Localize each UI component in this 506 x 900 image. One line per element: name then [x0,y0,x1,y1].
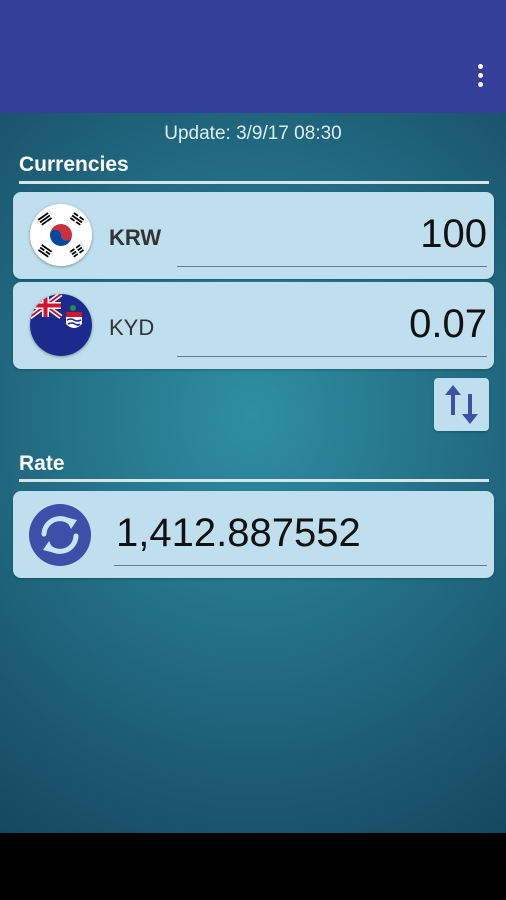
currencies-section-title: Currencies [19,153,129,176]
swap-arrows-icon [445,385,478,424]
section-divider [19,181,489,184]
more-options-icon[interactable] [474,60,486,90]
cayman-islands-flag-icon[interactable] [30,294,92,356]
section-divider [19,479,489,482]
rate-card: 1,412.887552 [13,491,494,578]
system-navigation-bar [0,833,506,900]
to-currency-code: KYD [109,315,155,340]
from-amount-underline [177,266,487,267]
exchange-rate-value: 1,412.887552 [116,511,361,555]
from-currency-card[interactable]: KRW 100 [13,192,494,279]
rate-section-title: Rate [19,452,65,475]
refresh-icon[interactable] [29,504,91,566]
rate-underline [114,565,487,566]
main-content: Update: 3/9/17 08:30 Currencies KRW 100 [0,113,506,833]
update-timestamp: Update: 3/9/17 08:30 [164,123,342,144]
south-korea-flag-icon[interactable] [30,204,92,266]
to-amount-underline [177,356,487,357]
swap-currencies-button[interactable] [434,378,489,431]
from-amount-input[interactable]: 100 [420,212,487,257]
to-currency-card[interactable]: KYD 0.07 [13,282,494,369]
app-bar [0,0,506,113]
from-currency-code: KRW [109,225,162,250]
to-amount-value[interactable]: 0.07 [409,302,487,347]
